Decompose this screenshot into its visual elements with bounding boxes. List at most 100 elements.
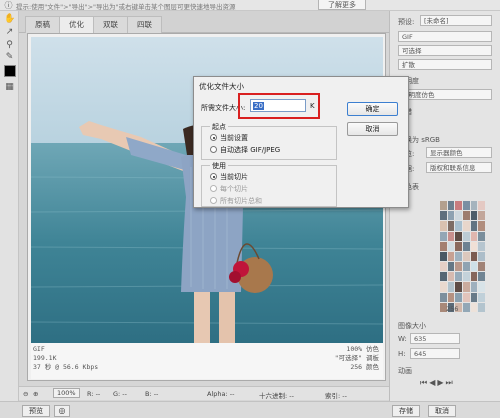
width-input[interactable]: 635 (410, 333, 460, 344)
tab-optimized[interactable]: 优化 (59, 16, 94, 33)
radio-total-of-all-slices[interactable]: 所有切片总和 (210, 196, 262, 206)
preview-button[interactable]: 预览 (22, 405, 50, 417)
color-swatch[interactable] (440, 292, 447, 302)
color-swatch[interactable] (455, 241, 462, 251)
radio-each-slice[interactable]: 每个切片 (210, 184, 248, 194)
color-swatch[interactable] (478, 211, 485, 221)
color-swatch[interactable] (470, 251, 478, 262)
color-swatch[interactable] (455, 262, 462, 272)
tab-2-up[interactable]: 双联 (93, 16, 128, 33)
radio-auto-select[interactable]: 自动选择 GIF/JPEG (210, 145, 280, 155)
eyedropper-color-swatch[interactable] (4, 65, 16, 77)
color-swatch[interactable] (440, 251, 447, 262)
color-swatch[interactable] (470, 211, 478, 221)
learn-more-button[interactable]: 了解更多 (318, 0, 366, 10)
color-swatch[interactable] (462, 201, 470, 211)
color-swatch[interactable] (478, 241, 485, 251)
color-swatch[interactable] (455, 221, 462, 231)
format-select[interactable]: GIF (398, 31, 492, 42)
browser-preview-icon[interactable]: ◎ (54, 405, 70, 417)
color-swatch[interactable] (455, 211, 462, 221)
color-swatch[interactable] (447, 272, 455, 282)
color-swatch[interactable] (478, 251, 485, 262)
color-swatch[interactable] (447, 201, 455, 211)
color-swatch[interactable] (470, 231, 478, 241)
zoom-plus-icon[interactable]: ⊕ (33, 390, 38, 398)
color-swatch[interactable] (440, 211, 447, 221)
color-swatch[interactable] (440, 241, 447, 251)
color-swatch[interactable] (470, 241, 478, 251)
height-input[interactable]: 645 (410, 348, 460, 359)
color-swatch[interactable] (447, 282, 455, 292)
color-swatch[interactable] (478, 221, 485, 231)
ok-button[interactable]: 确定 (347, 102, 398, 116)
color-swatch[interactable] (470, 302, 478, 312)
color-swatch[interactable] (440, 221, 447, 231)
metadata-select[interactable]: 版权和联系信息 (426, 162, 492, 173)
reduction-select[interactable]: 可选择 (398, 45, 492, 56)
color-swatch[interactable] (478, 262, 485, 272)
color-swatch[interactable] (462, 272, 470, 282)
slice-select-tool-icon[interactable]: ↗ (4, 27, 15, 38)
color-swatch[interactable] (447, 221, 455, 231)
color-swatch[interactable] (478, 302, 485, 312)
color-swatch[interactable] (455, 292, 462, 302)
color-swatch[interactable] (470, 282, 478, 292)
color-swatch[interactable] (470, 262, 478, 272)
preset-select[interactable]: [未命名] (420, 15, 492, 26)
dialog-cancel-button[interactable]: 取消 (347, 122, 398, 136)
color-swatch[interactable] (462, 231, 470, 241)
color-swatch[interactable] (470, 272, 478, 282)
color-swatch[interactable] (478, 292, 485, 302)
color-swatch[interactable] (462, 211, 470, 221)
color-swatch[interactable] (447, 292, 455, 302)
color-swatch[interactable] (447, 262, 455, 272)
width-label: W: (398, 335, 407, 343)
zoom-select[interactable]: 100% (53, 388, 80, 398)
color-swatch[interactable] (470, 221, 478, 231)
hand-tool-icon[interactable]: ✋ (4, 14, 15, 25)
tab-original[interactable]: 原稿 (25, 16, 60, 33)
radio-current-settings[interactable]: 当前设置 (210, 133, 248, 143)
color-swatch[interactable] (478, 282, 485, 292)
color-swatch[interactable] (470, 292, 478, 302)
color-swatch[interactable] (478, 201, 485, 211)
color-swatch[interactable] (455, 251, 462, 262)
matte-select[interactable]: 透明度仿色 (398, 89, 492, 100)
color-swatch[interactable] (440, 272, 447, 282)
color-swatch[interactable] (455, 201, 462, 211)
color-swatch[interactable] (462, 241, 470, 251)
zoom-minus-icon[interactable]: ⊖ (23, 390, 28, 398)
eyedropper-tool-icon[interactable]: ✎ (4, 52, 15, 63)
color-swatch[interactable] (440, 282, 447, 292)
color-swatch[interactable] (462, 221, 470, 231)
color-table[interactable] (440, 201, 485, 312)
color-swatch[interactable] (455, 272, 462, 282)
color-swatch[interactable] (447, 241, 455, 251)
color-swatch[interactable] (447, 211, 455, 221)
color-swatch[interactable] (462, 251, 470, 262)
toggle-slices-icon[interactable]: ▦ (4, 82, 15, 93)
color-swatch[interactable] (478, 231, 485, 241)
animation-controls-icon[interactable]: ⏮◀▶⏭ (420, 378, 455, 388)
color-swatch[interactable] (447, 231, 455, 241)
color-swatch[interactable] (462, 282, 470, 292)
save-button[interactable]: 存储 (392, 405, 420, 417)
color-swatch[interactable] (470, 201, 478, 211)
cancel-button[interactable]: 取消 (428, 405, 456, 417)
preview-mode-select[interactable]: 显示器颜色 (426, 147, 492, 158)
color-swatch[interactable] (440, 231, 447, 241)
color-swatch[interactable] (440, 262, 447, 272)
color-swatch[interactable] (447, 251, 455, 262)
color-swatch[interactable] (455, 282, 462, 292)
color-swatch[interactable] (440, 201, 447, 211)
color-swatch[interactable] (455, 231, 462, 241)
radio-current-slice[interactable]: 当前切片 (210, 172, 248, 182)
color-swatch[interactable] (462, 302, 470, 312)
color-swatch[interactable] (462, 262, 470, 272)
tab-4-up[interactable]: 四联 (127, 16, 162, 33)
zoom-tool-icon[interactable]: ⚲ (4, 40, 15, 51)
color-swatch[interactable] (478, 272, 485, 282)
color-swatch[interactable] (462, 292, 470, 302)
dither-select[interactable]: 扩散 (398, 59, 492, 70)
